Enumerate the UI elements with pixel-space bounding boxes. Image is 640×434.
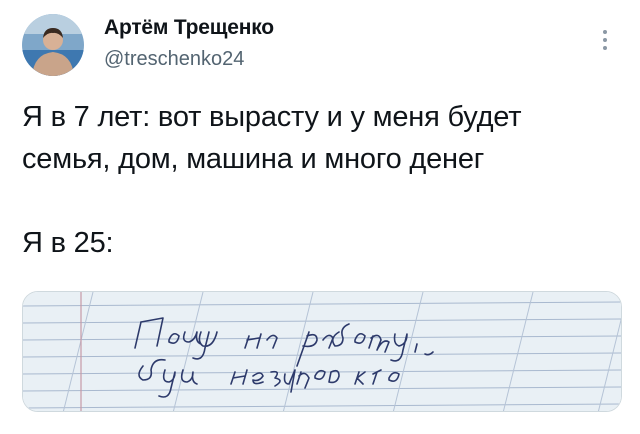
tweet-text-line-1: Я в 7 лет: вот вырасту и у меня будет bbox=[22, 101, 522, 133]
notebook-handwriting-image bbox=[23, 292, 621, 411]
author-handle[interactable]: @treschenko24 bbox=[104, 48, 244, 71]
tweet: Артём Трещенко @treschenko24 Я в 7 лет: … bbox=[0, 0, 640, 434]
more-vertical-icon[interactable] bbox=[598, 30, 612, 60]
avatar[interactable] bbox=[22, 14, 84, 76]
avatar-photo bbox=[22, 14, 84, 76]
tweet-text-line-2: семья, дом, машина и много денег bbox=[22, 143, 485, 175]
author-name[interactable]: Артём Трещенко bbox=[104, 16, 274, 40]
tweet-text: Я в 7 лет: вот вырасту и у меня будет се… bbox=[22, 96, 622, 264]
tweet-image[interactable] bbox=[22, 291, 622, 412]
tweet-text-line-3: Я в 25: bbox=[22, 227, 114, 259]
